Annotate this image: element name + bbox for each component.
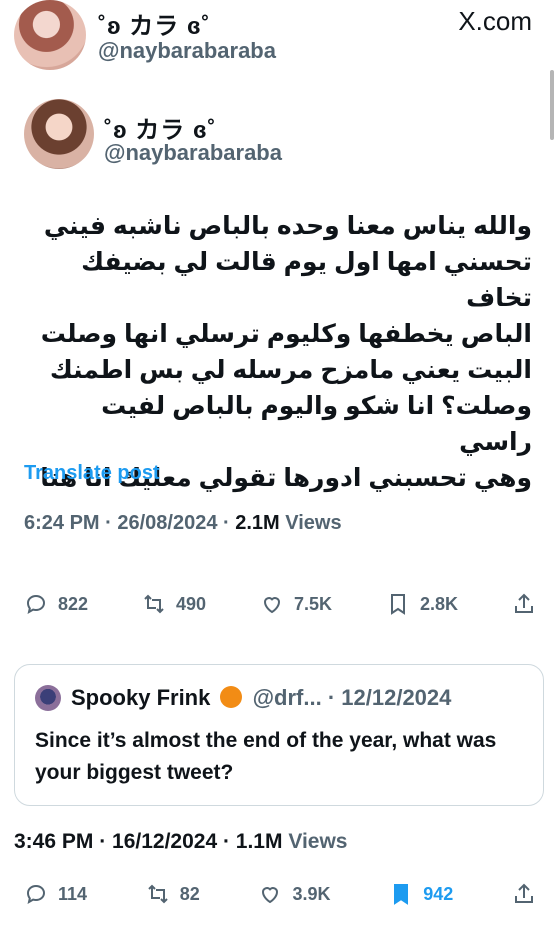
like-icon [263,597,281,614]
x-logo[interactable]: X.com [458,6,532,37]
share-icon [514,883,533,903]
inner-views-label: Views [279,512,342,534]
bookmark-count: 942 [423,883,454,904]
repost-count: 82 [179,883,200,904]
bookmark-icon [394,884,409,905]
quote-header: Spooky Frink @drf... · 12/12/2024 [71,685,451,711]
outer-post-meta: 3:46 PM · 16/12/2024 · 1.1M Views [14,830,347,854]
quote-author-avatar[interactable] [35,685,61,711]
repost-icon [148,884,168,904]
like-button[interactable]: 7.5K [260,592,332,616]
like-count: 7.5K [294,593,333,614]
outer-action-bar: 114 82 3.9K 942 [24,882,536,906]
scrollbar[interactable] [550,70,554,140]
share-icon [514,593,533,613]
share-button[interactable] [512,882,536,906]
translate-post-link[interactable]: Translate post [24,462,160,485]
reply-button[interactable]: 822 [24,592,88,616]
reply-icon [26,594,46,615]
like-count: 3.9K [292,883,331,904]
repost-icon [144,594,164,614]
tweet-text: والله يناس معنا وحده بالباص ناشبه فيني ت… [40,212,532,492]
inner-avatar[interactable] [24,99,94,169]
bookmark-count: 2.8K [419,593,459,614]
inner-post-time: 6:24 PM · 26/08/2024 · [24,512,236,534]
inner-views-count[interactable]: 2.1M [235,512,279,534]
pumpkin-icon [220,686,243,708]
reply-count: 822 [58,593,89,614]
bookmark-icon [390,594,405,615]
outer-display-name[interactable]: ˚ʚ カラ ɞ˚ [98,6,211,41]
bookmark-button[interactable]: 2.8K [386,592,458,616]
inner-post-meta: 6:24 PM · 26/08/2024 · 2.1M Views [24,512,342,535]
like-icon [262,887,279,904]
outer-post-time: 3:46 PM · 16/12/2024 · [14,830,236,853]
share-button[interactable] [512,592,536,616]
like-button[interactable]: 3.9K [258,882,331,906]
inner-action-bar: 822 490 7.5K 2.8K [24,592,536,616]
bookmark-button[interactable]: 942 [389,882,453,906]
repost-button[interactable]: 82 [146,882,200,906]
outer-post-header: ˚ʚ カラ ɞ˚ @naybarabaraba X.com [0,0,556,80]
inner-handle[interactable]: @naybarabaraba [104,140,282,166]
quote-handle-date: @drf... · 12/12/2024 [252,685,452,710]
outer-views-label: Views [282,830,348,853]
repost-count: 490 [176,593,207,614]
reply-button[interactable]: 114 [24,882,87,906]
quote-text: Since it’s almost the end of the year, w… [35,729,497,784]
outer-handle[interactable]: @naybarabaraba [98,38,276,64]
repost-button[interactable]: 490 [142,592,206,616]
quote-author-name[interactable]: Spooky Frink [71,685,210,710]
quoted-post-card[interactable]: Spooky Frink @drf... · 12/12/2024 Since … [14,664,544,806]
reply-count: 114 [58,883,88,904]
outer-views-count[interactable]: 1.1M [236,830,283,853]
outer-avatar[interactable] [14,0,86,70]
reply-icon [26,884,46,905]
